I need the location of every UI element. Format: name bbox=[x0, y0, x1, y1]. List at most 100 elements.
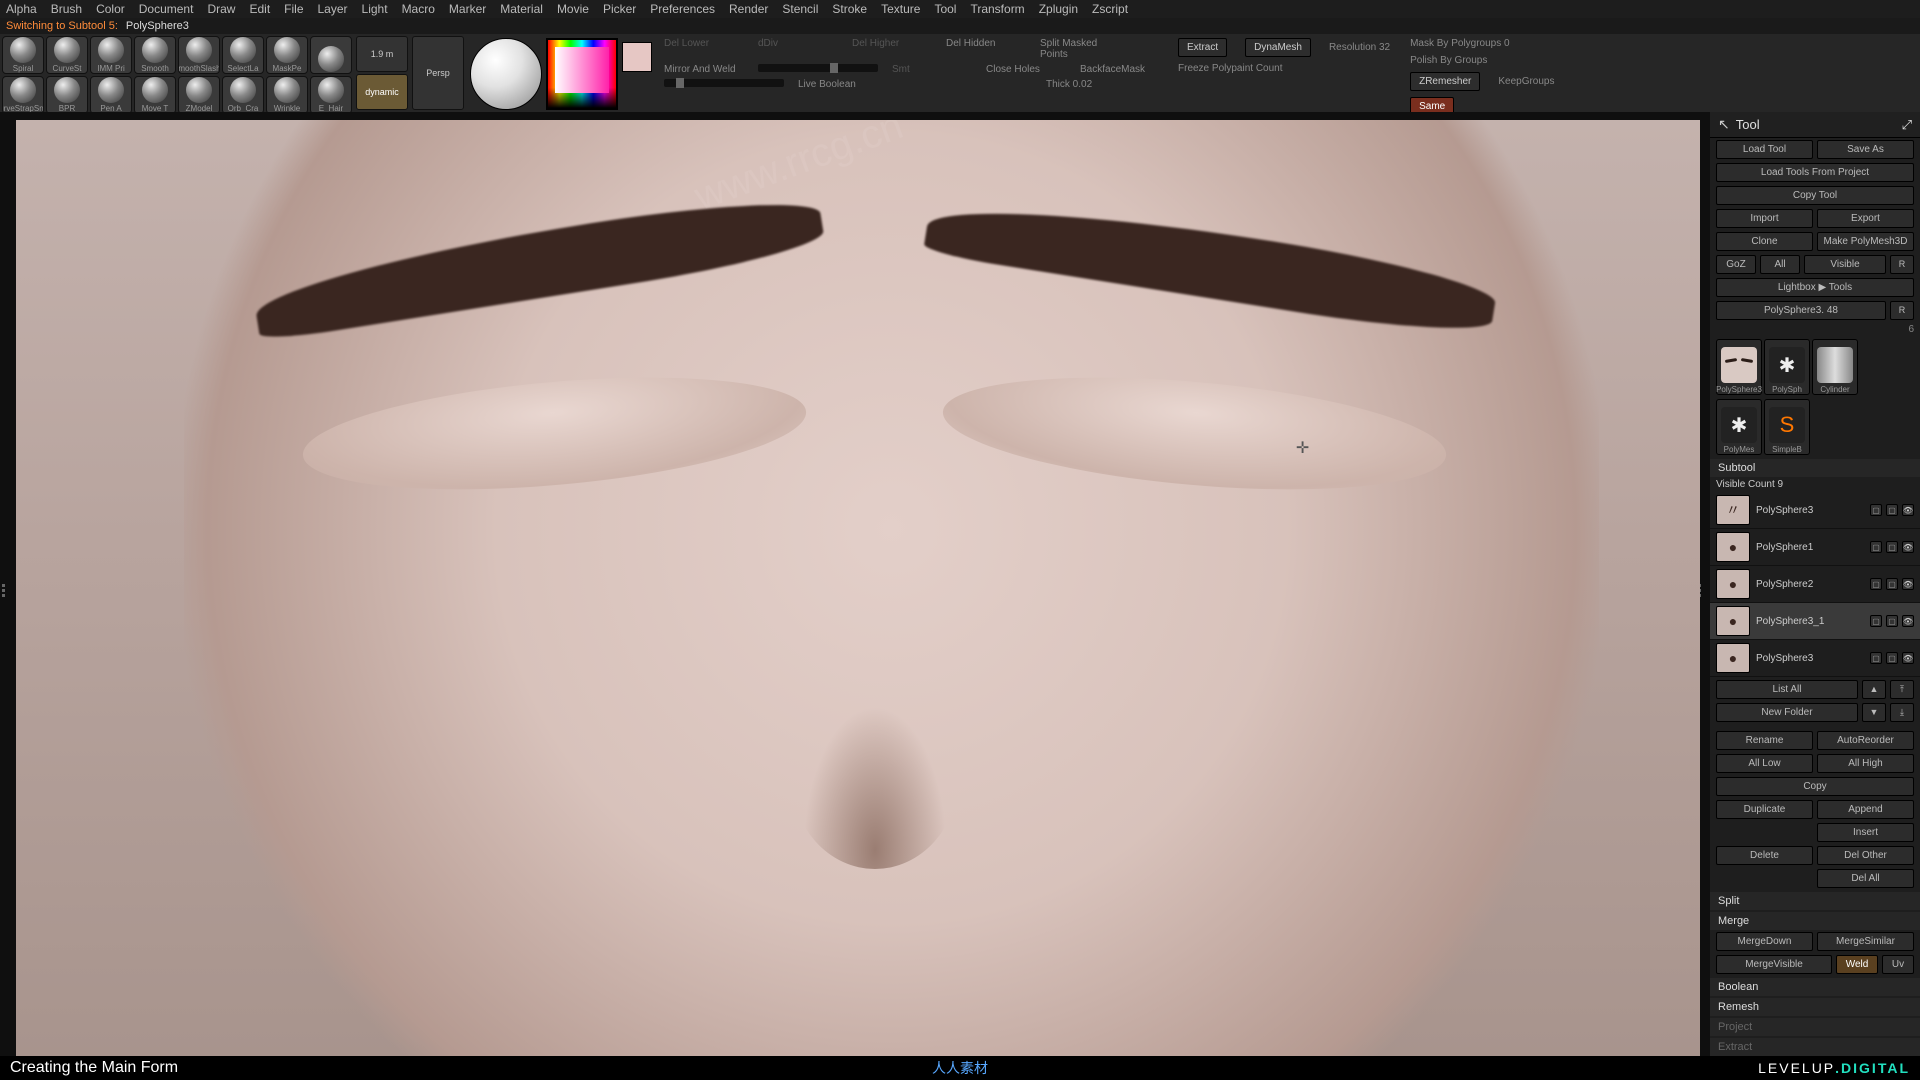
paint-icon[interactable]: ▢ bbox=[1870, 652, 1882, 664]
color-picker[interactable] bbox=[546, 38, 618, 110]
remesh-section-header[interactable]: Remesh bbox=[1710, 998, 1920, 1016]
boolean-section-header[interactable]: Boolean bbox=[1710, 978, 1920, 996]
merge-similar-button[interactable]: MergeSimilar bbox=[1817, 932, 1914, 951]
menu-color[interactable]: Color bbox=[96, 2, 125, 16]
tool-panel-header[interactable]: ↖Tool ⤢ bbox=[1710, 112, 1920, 138]
merge-visible-button[interactable]: MergeVisible bbox=[1716, 955, 1832, 974]
menu-brush[interactable]: Brush bbox=[51, 2, 82, 16]
brush-Move T[interactable]: Move T bbox=[134, 76, 176, 114]
smt-button[interactable]: Smt bbox=[892, 64, 972, 75]
brush-SelectLa[interactable]: SelectLa bbox=[222, 36, 264, 74]
eye-icon[interactable]: 👁 bbox=[1902, 652, 1914, 664]
brush-ZModel[interactable]: ZModel bbox=[178, 76, 220, 114]
sdiv-slider[interactable] bbox=[758, 64, 878, 72]
viewport-3d[interactable]: ✛ www.rrcg.cn bbox=[16, 120, 1700, 1056]
menu-render[interactable]: Render bbox=[729, 2, 768, 16]
save-as-button[interactable]: Save As bbox=[1817, 140, 1914, 159]
duplicate-button[interactable]: Duplicate bbox=[1716, 800, 1813, 819]
menu-picker[interactable]: Picker bbox=[603, 2, 636, 16]
menu-material[interactable]: Material bbox=[500, 2, 543, 16]
import-button[interactable]: Import bbox=[1716, 209, 1813, 228]
goz-r-button[interactable]: R bbox=[1890, 255, 1914, 274]
load-tool-button[interactable]: Load Tool bbox=[1716, 140, 1813, 159]
brush-SmoothSlash2[interactable]: SmoothSlash2 bbox=[178, 36, 220, 74]
tool-slot-polysphere3[interactable]: PolySphere3 bbox=[1716, 339, 1762, 395]
export-button[interactable]: Export bbox=[1817, 209, 1914, 228]
menu-document[interactable]: Document bbox=[139, 2, 194, 16]
menu-file[interactable]: File bbox=[284, 2, 303, 16]
active-tool-label[interactable]: PolySphere3. 48 bbox=[1716, 301, 1886, 320]
brush-IMM Pri[interactable]: IMM Pri bbox=[90, 36, 132, 74]
menu-stencil[interactable]: Stencil bbox=[782, 2, 818, 16]
dynamesh-button[interactable]: DynaMesh bbox=[1245, 38, 1311, 57]
expand-icon[interactable]: ⤢ bbox=[1902, 117, 1912, 133]
gizmo-scale-button[interactable]: 1.9 m bbox=[356, 36, 408, 72]
uv-toggle[interactable]: Uv bbox=[1882, 955, 1914, 974]
menu-zscript[interactable]: Zscript bbox=[1092, 2, 1128, 16]
brush-E_Hair[interactable]: E_Hair bbox=[310, 76, 352, 114]
polish-by-groups-button[interactable]: Polish By Groups bbox=[1410, 55, 1487, 66]
lightbox-tools-button[interactable]: Lightbox ▶ Tools bbox=[1716, 278, 1914, 297]
menu-tool[interactable]: Tool bbox=[934, 2, 956, 16]
all-low-button[interactable]: All Low bbox=[1716, 754, 1813, 773]
tool-slot-cylinder[interactable]: Cylinder bbox=[1812, 339, 1858, 395]
menu-macro[interactable]: Macro bbox=[402, 2, 435, 16]
persp-button[interactable]: Persp bbox=[412, 36, 464, 110]
tool-slot-simpleb[interactable]: SSimpleB bbox=[1764, 399, 1810, 455]
menu-stroke[interactable]: Stroke bbox=[832, 2, 867, 16]
project-section-header[interactable]: Project bbox=[1710, 1018, 1920, 1036]
goz-visible-button[interactable]: Visible bbox=[1804, 255, 1886, 274]
all-high-button[interactable]: All High bbox=[1817, 754, 1914, 773]
grid-icon[interactable]: ▢ bbox=[1886, 615, 1898, 627]
autoreorder-button[interactable]: AutoReorder bbox=[1817, 731, 1914, 750]
extract-section-header[interactable]: Extract bbox=[1710, 1038, 1920, 1056]
paint-icon[interactable]: ▢ bbox=[1870, 504, 1882, 516]
material-sphere[interactable] bbox=[470, 38, 542, 110]
move-bottom-icon[interactable]: ⤓ bbox=[1890, 703, 1914, 722]
del-all-button[interactable]: Del All bbox=[1817, 869, 1914, 888]
weld-toggle[interactable]: Weld bbox=[1836, 955, 1878, 974]
collapse-arrow-icon[interactable]: ↖ bbox=[1718, 116, 1730, 132]
paint-icon[interactable]: ▢ bbox=[1870, 541, 1882, 553]
load-from-project-button[interactable]: Load Tools From Project bbox=[1716, 163, 1914, 182]
menu-preferences[interactable]: Preferences bbox=[650, 2, 715, 16]
eye-icon[interactable]: 👁 bbox=[1902, 615, 1914, 627]
brush-Wrinkle[interactable]: Wrinkle bbox=[266, 76, 308, 114]
split-masked-button[interactable]: Split Masked Points bbox=[1040, 38, 1120, 60]
dynamic-persp-button[interactable]: dynamic bbox=[356, 74, 408, 110]
rename-button[interactable]: Rename bbox=[1716, 731, 1813, 750]
zremesher-button[interactable]: ZRemesher bbox=[1410, 72, 1480, 91]
copy-tool-button[interactable]: Copy Tool bbox=[1716, 186, 1914, 205]
subtool-polysphere3_1[interactable]: ●PolySphere3_1▢▢👁 bbox=[1710, 603, 1920, 640]
brush-Orb_Cra[interactable]: Orb_Cra bbox=[222, 76, 264, 114]
insert-button[interactable]: Insert bbox=[1817, 823, 1914, 842]
goz-button[interactable]: GoZ bbox=[1716, 255, 1756, 274]
menu-transform[interactable]: Transform bbox=[970, 2, 1024, 16]
menu-movie[interactable]: Movie bbox=[557, 2, 589, 16]
brush-Spiral[interactable]: Spiral bbox=[2, 36, 44, 74]
keepgroups-button[interactable]: KeepGroups bbox=[1498, 76, 1554, 87]
copy-button[interactable]: Copy bbox=[1716, 777, 1914, 796]
subtool-polysphere3[interactable]: 〃PolySphere3▢▢👁 bbox=[1710, 492, 1920, 529]
brush-slot7[interactable] bbox=[310, 36, 352, 74]
delete-button[interactable]: Delete bbox=[1716, 846, 1813, 865]
append-button[interactable]: Append bbox=[1817, 800, 1914, 819]
left-gutter-handle[interactable] bbox=[2, 584, 12, 600]
subtool-polysphere1[interactable]: ●PolySphere1▢▢👁 bbox=[1710, 529, 1920, 566]
brush-Smooth[interactable]: Smooth bbox=[134, 36, 176, 74]
brush-MaskPe[interactable]: MaskPe bbox=[266, 36, 308, 74]
menu-light[interactable]: Light bbox=[362, 2, 388, 16]
del-other-button[interactable]: Del Other bbox=[1817, 846, 1914, 865]
move-up-icon[interactable]: ▲ bbox=[1862, 680, 1886, 699]
active-tool-r-button[interactable]: R bbox=[1890, 301, 1914, 320]
subtool-polysphere2[interactable]: ●PolySphere2▢▢👁 bbox=[1710, 566, 1920, 603]
brush-CurveStrapSnap[interactable]: CurveStrapSnap bbox=[2, 76, 44, 114]
brush-CurveSt[interactable]: CurveSt bbox=[46, 36, 88, 74]
del-lower-button[interactable]: Del Lower bbox=[664, 38, 744, 60]
goz-all-button[interactable]: All bbox=[1760, 255, 1800, 274]
grid-icon[interactable]: ▢ bbox=[1886, 541, 1898, 553]
menu-alpha[interactable]: Alpha bbox=[6, 2, 37, 16]
clone-button[interactable]: Clone bbox=[1716, 232, 1813, 251]
brush-BPR[interactable]: BPR bbox=[46, 76, 88, 114]
split-section-header[interactable]: Split bbox=[1710, 892, 1920, 910]
